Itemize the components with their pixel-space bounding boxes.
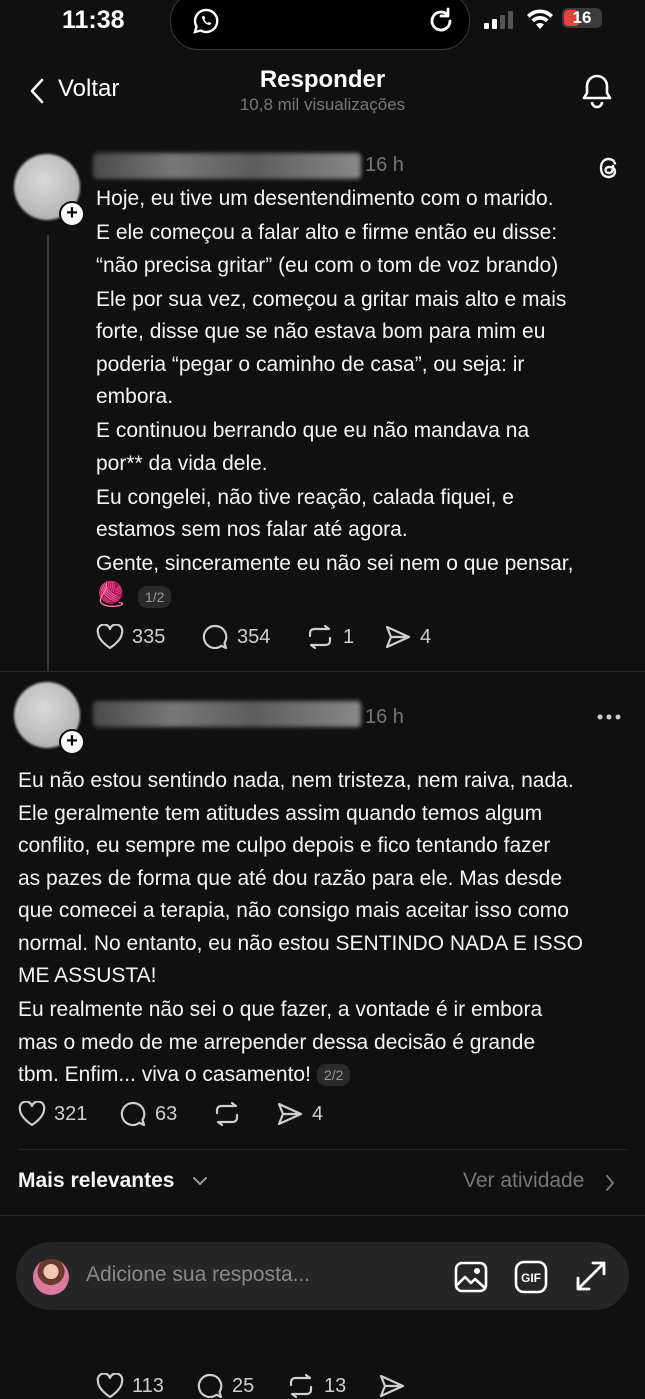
follow-plus-icon[interactable]: + <box>59 201 85 227</box>
post-paragraph: Eu realmente não sei o que fazer, a vont… <box>18 998 543 1086</box>
comment-count: 63 <box>155 1102 178 1125</box>
whatsapp-icon <box>193 8 219 34</box>
status-time: 11:38 <box>62 6 125 34</box>
share-button[interactable] <box>378 1373 406 1399</box>
share-button[interactable]: 4 <box>384 624 431 650</box>
follow-plus-icon[interactable]: + <box>59 729 85 755</box>
image-icon[interactable] <box>453 1259 489 1295</box>
post-paragraph: Ele por sua vez, começou a gritar mais a… <box>96 287 567 409</box>
heart-icon <box>96 624 124 650</box>
heart-icon <box>18 1101 46 1127</box>
comment-button[interactable]: 63 <box>119 1101 177 1127</box>
post-body: Eu não estou sentindo nada, nem tristeza… <box>18 765 638 1092</box>
threads-icon <box>599 157 617 179</box>
repost-count: 1 <box>343 625 355 648</box>
like-count: 335 <box>132 625 166 648</box>
share-count: 4 <box>312 1102 324 1125</box>
post-body: Hoje, eu tive um desentendimento com o m… <box>96 183 636 582</box>
thread-line <box>47 235 49 672</box>
like-button[interactable]: 321 <box>18 1101 87 1127</box>
divider <box>0 1215 645 1216</box>
chevron-down-icon[interactable] <box>192 1175 208 1187</box>
post-paragraph: Eu não estou sentindo nada, nem tristeza… <box>18 769 583 987</box>
share-button[interactable]: 4 <box>276 1101 323 1127</box>
repost-count: 13 <box>324 1374 347 1397</box>
views-count: 10,8 mil visualizações <box>239 95 406 114</box>
reply-input[interactable]: Adicione sua resposta... <box>86 1263 310 1287</box>
comment-count: 25 <box>232 1374 255 1397</box>
repost-icon <box>289 1373 313 1399</box>
share-icon <box>379 1374 405 1398</box>
share-icon <box>385 625 411 649</box>
gif-icon[interactable]: GIF <box>514 1260 548 1294</box>
post-paragraph: E ele começou a falar alto e firme então… <box>96 221 559 277</box>
repost-button[interactable]: 13 <box>286 1373 346 1399</box>
thread-pager: 2/2 <box>316 1064 351 1087</box>
post-time: 16 h <box>365 154 404 176</box>
divider <box>0 671 645 672</box>
post-paragraph: E continuou berrando que eu não mandava … <box>96 419 530 475</box>
post-paragraph: Hoje, eu tive um desentendimento com o m… <box>96 187 554 210</box>
repost-icon <box>308 624 332 650</box>
comment-button[interactable]: 25 <box>196 1373 254 1399</box>
battery-percentage: 16 <box>572 8 592 27</box>
like-count: 321 <box>54 1102 88 1125</box>
bell-icon[interactable] <box>580 72 614 110</box>
post-paragraph: Gente, sinceramente eu não sei nem o que… <box>96 552 574 575</box>
user-avatar <box>33 1259 69 1295</box>
like-button[interactable]: 335 <box>96 624 165 650</box>
repost-icon <box>215 1101 239 1127</box>
chevron-right-icon[interactable] <box>604 1174 616 1192</box>
view-activity-link[interactable]: Ver atividade <box>463 1169 584 1193</box>
author-name-blurred <box>93 701 361 727</box>
like-count: 113 <box>132 1374 164 1397</box>
sort-dropdown[interactable]: Mais relevantes <box>18 1169 174 1193</box>
comment-icon <box>120 1101 146 1127</box>
svg-text:GIF: GIF <box>521 1271 541 1285</box>
post-time: 16 h <box>365 706 404 728</box>
comment-icon <box>202 624 228 650</box>
repost-button[interactable]: 1 <box>305 624 354 650</box>
heart-icon <box>96 1373 124 1399</box>
comment-icon <box>197 1373 223 1399</box>
yarn-emoji: 🧶 <box>96 581 126 608</box>
divider <box>18 1149 627 1150</box>
page-title: Responder <box>259 66 386 93</box>
comment-button[interactable]: 354 <box>201 624 270 650</box>
signal-icon <box>484 11 513 29</box>
like-button[interactable]: 113 <box>96 1373 164 1399</box>
refresh-icon <box>430 7 452 32</box>
repost-button[interactable] <box>212 1101 242 1127</box>
wifi-icon <box>527 9 553 29</box>
expand-icon[interactable] <box>574 1259 608 1293</box>
comment-count: 354 <box>237 625 271 648</box>
share-icon <box>277 1102 303 1126</box>
share-count: 4 <box>420 625 432 648</box>
more-icon[interactable] <box>596 713 622 721</box>
thread-pager: 1/2 <box>138 586 172 608</box>
author-name-blurred <box>93 153 361 179</box>
post-paragraph: Eu congelei, não tive reação, calada fiq… <box>96 485 514 542</box>
